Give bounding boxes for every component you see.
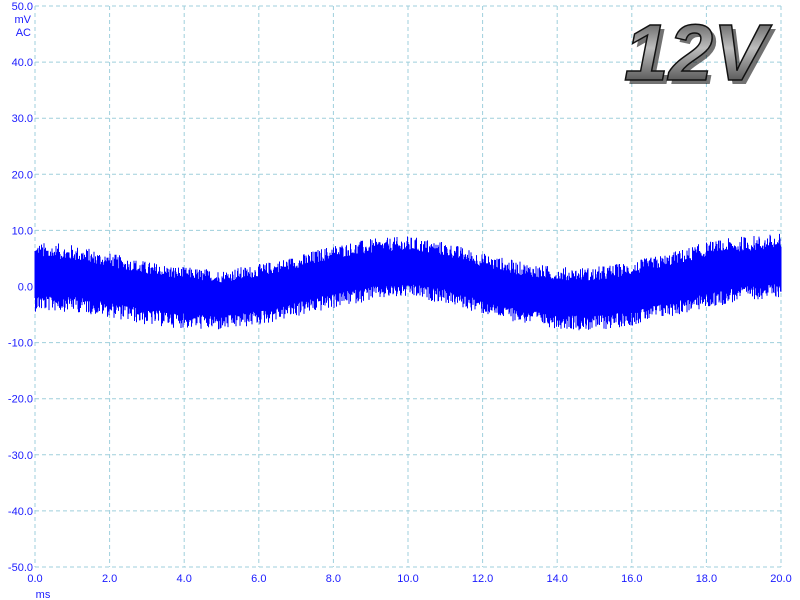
x-tick-label: 20.0: [770, 573, 791, 585]
y-tick-label: 40.0: [12, 57, 33, 69]
oscilloscope-chart: 50.0 40.0 30.0 20.0 10.0 0.0 -10.0 -20.0 -30.0 -4…: [0, 0, 800, 600]
x-tick-label: 0.0: [27, 573, 42, 585]
y-tick-label: 0.0: [18, 282, 33, 294]
y-tick-label: -40.0: [8, 506, 33, 518]
y-tick-label: 20.0: [12, 169, 33, 181]
y-tick-label: 10.0: [12, 225, 33, 237]
y-unit-label: mV: [15, 14, 32, 26]
x-tick-label: 18.0: [696, 573, 717, 585]
y-tick-label: -10.0: [8, 338, 33, 350]
voltage-overlay-label: 12V: [624, 8, 772, 97]
x-tick-label: 4.0: [177, 573, 192, 585]
x-tick-label: 10.0: [397, 573, 418, 585]
y-tick-label: 30.0: [12, 113, 33, 125]
x-tick-label: 8.0: [326, 573, 341, 585]
x-tick-label: 16.0: [621, 573, 642, 585]
coupling-label: AC: [16, 27, 31, 39]
x-tick-label: 6.0: [251, 573, 266, 585]
x-unit-label: ms: [36, 589, 51, 600]
y-tick-label: 50.0: [12, 1, 33, 13]
x-tick-label: 2.0: [102, 573, 117, 585]
y-tick-label: -20.0: [8, 394, 33, 406]
x-tick-label: 14.0: [546, 573, 567, 585]
y-tick-label: -30.0: [8, 450, 33, 462]
x-tick-label: 12.0: [472, 573, 493, 585]
